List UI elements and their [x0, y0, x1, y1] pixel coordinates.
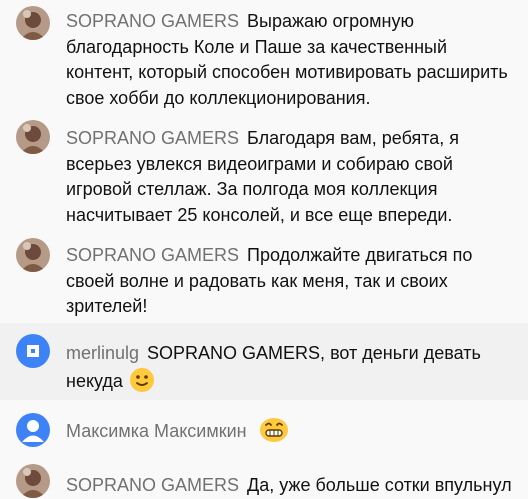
slightly-smiling-face-emoji-icon — [129, 367, 155, 393]
chat-message-body: Максимка Максимкин — [66, 417, 514, 445]
soprano-gamers-avatar[interactable] — [16, 238, 50, 272]
chat-author-name[interactable]: SOPRANO GAMERS — [66, 128, 239, 148]
chat-author-name[interactable]: merlinulg — [66, 343, 139, 363]
soprano-gamers-avatar[interactable] — [16, 120, 50, 154]
chat-message-body: SOPRANO GAMERS Благодаря вам, ребята, я в… — [66, 126, 514, 228]
chat-author-name[interactable]: Максимка Максимкин — [66, 421, 247, 441]
chat-author-name[interactable]: SOPRANO GAMERS — [66, 245, 239, 265]
chat-message: merlinulg SOPRANO GAMERS, вот деньги дева… — [0, 323, 528, 400]
default-person-avatar[interactable] — [16, 413, 50, 447]
soprano-gamers-avatar[interactable] — [16, 6, 50, 40]
chat-message-list: SOPRANO GAMERS Выражаю огромную благодарн… — [0, 0, 528, 499]
grinning-face-emoji-icon — [259, 417, 289, 443]
chat-message: SOPRANO GAMERS Благодаря вам, ребята, я в… — [0, 112, 528, 226]
chat-message: Максимка Максимкин — [0, 400, 528, 456]
chat-author-name[interactable]: SOPRANO GAMERS — [66, 11, 239, 31]
chat-message-body: SOPRANO GAMERS Выражаю огромную благодарн… — [66, 9, 514, 111]
chat-message-body: merlinulg SOPRANO GAMERS, вот деньги дева… — [66, 341, 514, 394]
chat-message-text: Да, уже больше сотки впульнул — [247, 475, 512, 495]
chat-author-name[interactable]: SOPRANO GAMERS — [66, 475, 239, 495]
chat-message-body: SOPRANO GAMERS Да, уже больше сотки впуль… — [66, 473, 514, 499]
default-pattern-avatar[interactable] — [16, 334, 50, 368]
chat-message: SOPRANO GAMERS Продолжайте двигаться по с… — [0, 226, 528, 323]
soprano-gamers-avatar[interactable] — [16, 464, 50, 498]
chat-message-body: SOPRANO GAMERS Продолжайте двигаться по с… — [66, 243, 514, 320]
chat-message: SOPRANO GAMERS Да, уже больше сотки впуль… — [0, 456, 528, 499]
chat-message: SOPRANO GAMERS Выражаю огромную благодарн… — [0, 0, 528, 112]
